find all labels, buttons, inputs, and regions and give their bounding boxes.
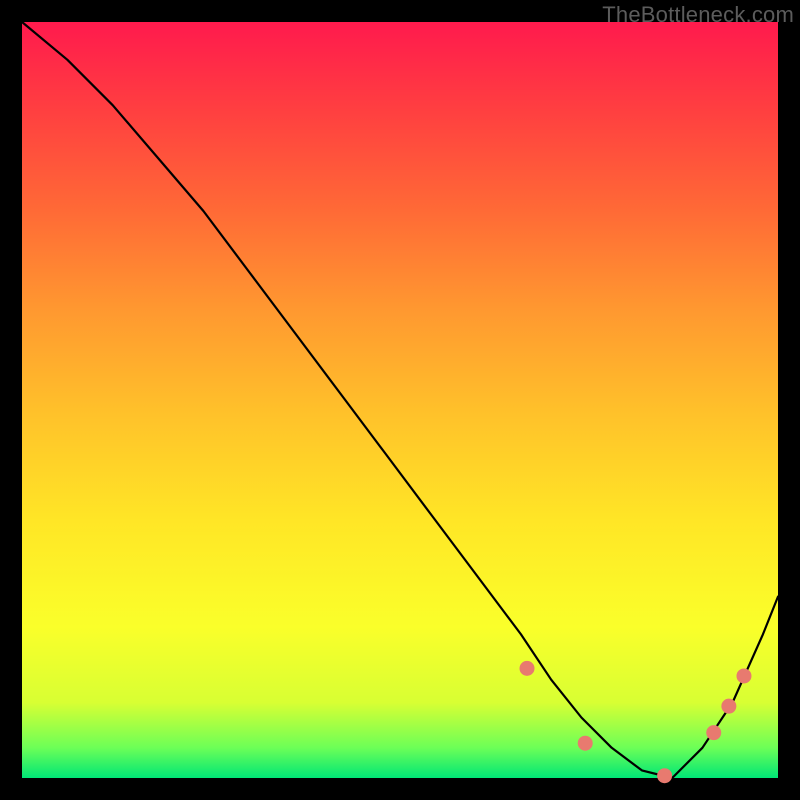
- bottleneck-curve: [22, 22, 778, 778]
- data-segment: [559, 711, 574, 731]
- data-point: [706, 725, 721, 740]
- data-markers: [442, 547, 752, 783]
- chart-plot-area: [22, 22, 778, 778]
- data-segment: [459, 574, 476, 597]
- data-segment: [479, 604, 498, 630]
- data-segment: [442, 547, 450, 558]
- data-segment: [532, 677, 551, 702]
- data-segment: [504, 638, 519, 657]
- data-point: [721, 699, 736, 714]
- data-point: [736, 668, 751, 683]
- data-point: [657, 768, 672, 783]
- watermark-text: TheBottleneck.com: [602, 2, 794, 28]
- data-segment: [633, 773, 653, 775]
- data-point: [578, 736, 593, 751]
- chart-svg: [22, 22, 778, 778]
- data-segment: [600, 757, 626, 771]
- data-point: [520, 661, 535, 676]
